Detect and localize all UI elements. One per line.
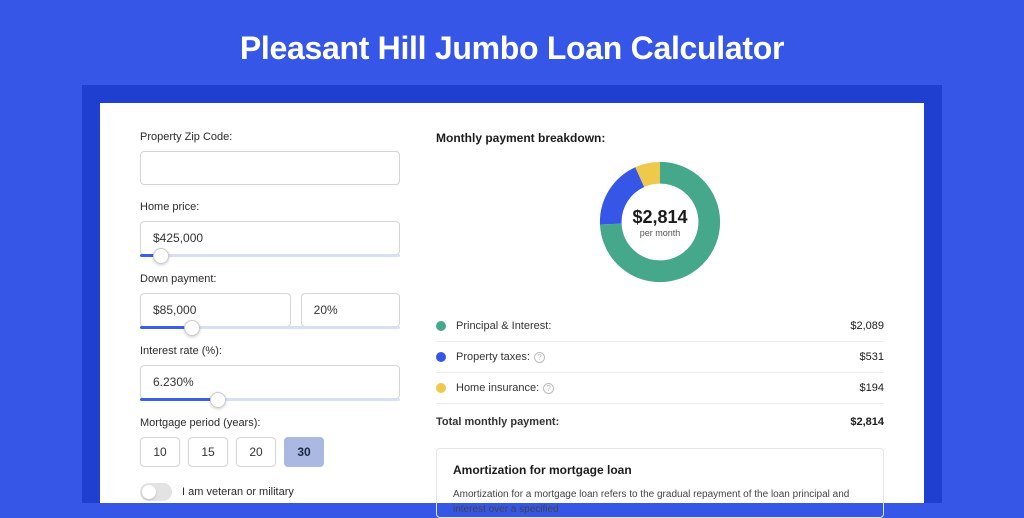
amortization-text: Amortization for a mortgage loan refers …: [453, 487, 867, 517]
row-label: Principal & Interest:: [456, 320, 850, 332]
row-label: Home insurance:?: [456, 382, 860, 394]
veteran-label: I am veteran or military: [182, 486, 294, 498]
row-principal: Principal & Interest: $2,089: [436, 311, 884, 342]
term-20-button[interactable]: 20: [236, 437, 276, 467]
donut-amount: $2,814: [632, 207, 687, 228]
info-icon[interactable]: ?: [543, 383, 554, 394]
down-payment-field: Down payment:: [140, 273, 400, 329]
down-payment-pct-input[interactable]: [301, 293, 400, 327]
donut-sub: per month: [640, 228, 681, 238]
term-15-button[interactable]: 15: [188, 437, 228, 467]
row-label: Property taxes:?: [456, 351, 860, 363]
outer-panel: Property Zip Code: Home price: Down paym…: [82, 85, 942, 503]
interest-rate-slider-thumb[interactable]: [210, 392, 226, 408]
interest-rate-label: Interest rate (%):: [140, 345, 400, 357]
donut-center: $2,814 per month: [595, 157, 725, 287]
donut-chart: $2,814 per month: [595, 157, 725, 287]
info-icon[interactable]: ?: [534, 352, 545, 363]
row-value: $2,089: [850, 320, 884, 332]
veteran-row: I am veteran or military: [140, 483, 400, 501]
home-price-slider[interactable]: [140, 254, 400, 257]
amortization-title: Amortization for mortgage loan: [453, 463, 867, 477]
term-30-button[interactable]: 30: [284, 437, 324, 467]
down-payment-slider[interactable]: [140, 326, 400, 329]
row-label-text: Home insurance:: [456, 382, 539, 394]
total-label: Total monthly payment:: [436, 416, 850, 428]
term-buttons: 10 15 20 30: [140, 437, 400, 467]
home-price-label: Home price:: [140, 201, 400, 213]
row-label-text: Property taxes:: [456, 351, 530, 363]
total-value: $2,814: [850, 416, 884, 428]
row-value: $194: [860, 382, 884, 394]
row-value: $531: [860, 351, 884, 363]
row-insurance: Home insurance:? $194: [436, 373, 884, 404]
dot-icon: [436, 352, 446, 362]
dot-icon: [436, 383, 446, 393]
zip-label: Property Zip Code:: [140, 131, 400, 143]
results-column: Monthly payment breakdown: $2,814 per mo…: [436, 131, 884, 503]
zip-input[interactable]: [140, 151, 400, 185]
zip-field: Property Zip Code:: [140, 131, 400, 185]
page-title: Pleasant Hill Jumbo Loan Calculator: [0, 0, 1024, 85]
veteran-toggle-knob: [142, 485, 156, 499]
term-label: Mortgage period (years):: [140, 417, 400, 429]
form-column: Property Zip Code: Home price: Down paym…: [140, 131, 400, 503]
term-10-button[interactable]: 10: [140, 437, 180, 467]
row-taxes: Property taxes:? $531: [436, 342, 884, 373]
veteran-toggle[interactable]: [140, 483, 172, 501]
amortization-box: Amortization for mortgage loan Amortizat…: [436, 448, 884, 518]
home-price-slider-thumb[interactable]: [153, 248, 169, 264]
interest-rate-input[interactable]: [140, 365, 400, 399]
calculator-panel: Property Zip Code: Home price: Down paym…: [100, 103, 924, 503]
home-price-field: Home price:: [140, 201, 400, 257]
interest-rate-slider-fill: [140, 398, 218, 401]
interest-rate-field: Interest rate (%):: [140, 345, 400, 401]
dot-icon: [436, 321, 446, 331]
breakdown-title: Monthly payment breakdown:: [436, 131, 884, 145]
row-total: Total monthly payment: $2,814: [436, 404, 884, 442]
down-payment-label: Down payment:: [140, 273, 400, 285]
down-payment-slider-thumb[interactable]: [184, 320, 200, 336]
home-price-input[interactable]: [140, 221, 400, 255]
donut-wrap: $2,814 per month: [436, 157, 884, 287]
term-field: Mortgage period (years): 10 15 20 30: [140, 417, 400, 467]
interest-rate-slider[interactable]: [140, 398, 400, 401]
down-payment-input[interactable]: [140, 293, 291, 327]
